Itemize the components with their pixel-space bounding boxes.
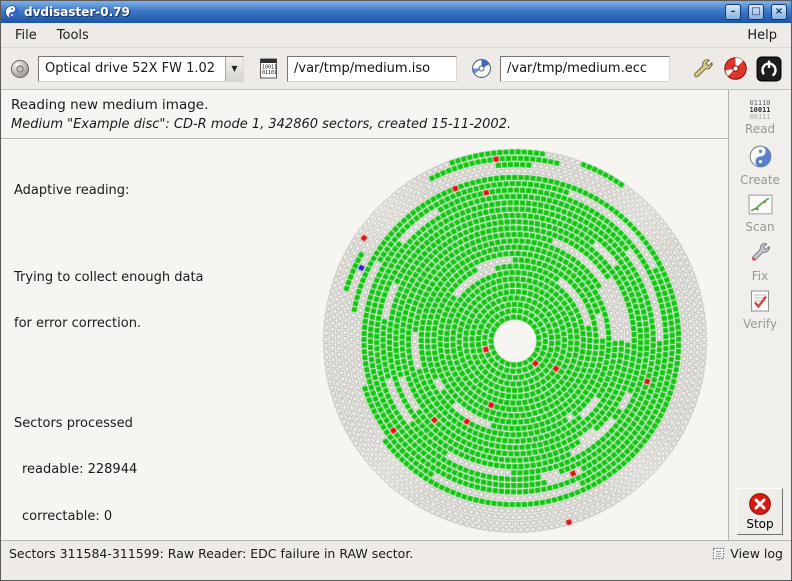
close-button[interactable]: × <box>771 4 787 20</box>
reading-view: Adaptive reading: Trying to collect enou… <box>1 140 728 540</box>
quit-power-icon[interactable] <box>756 56 782 82</box>
status-message: Sectors 311584-311599: Raw Reader: EDC f… <box>9 546 413 561</box>
read-button-label: Read <box>745 122 775 136</box>
fix-wrench-icon <box>749 241 772 268</box>
drive-icon <box>10 59 30 79</box>
drive-select[interactable]: Optical drive 52X FW 1.02 ▼ <box>38 56 244 82</box>
scan-button-label: Scan <box>745 220 774 234</box>
menu-tools[interactable]: Tools <box>47 25 99 46</box>
sectors-correctable: correctable: 0 <box>14 509 237 525</box>
toolbar: Optical drive 52X FW 1.02 ▼ 1001101101 <box>1 48 791 90</box>
adaptive-desc-2: for error correction. <box>14 316 237 332</box>
log-icon <box>712 547 725 560</box>
chevron-down-icon[interactable]: ▼ <box>225 57 243 81</box>
menubar: File Tools Help <box>1 23 791 48</box>
titlebar: dvdisaster-0.79 – □ × <box>1 1 791 23</box>
adaptive-title: Adaptive reading: <box>14 183 237 199</box>
scan-chart-icon <box>748 194 773 219</box>
body: Reading new medium image. Medium "Exampl… <box>1 90 791 540</box>
dvdisaster-disc-icon[interactable] <box>723 56 748 81</box>
fix-button-label: Fix <box>752 269 768 283</box>
maximize-button[interactable]: □ <box>748 4 764 20</box>
fix-button[interactable]: Fix <box>732 239 788 285</box>
drive-select-value: Optical drive 52X FW 1.02 <box>39 61 225 76</box>
read-binary-icon: 01110 10011 00111 <box>749 100 770 121</box>
app-window: dvdisaster-0.79 – □ × File Tools Help Op… <box>0 0 792 581</box>
view-log-label: View log <box>730 546 783 561</box>
verify-button-label: Verify <box>743 317 777 331</box>
page-header: Reading new medium image. Medium "Exampl… <box>1 90 728 135</box>
menu-file[interactable]: File <box>5 25 47 46</box>
create-button-label: Create <box>740 173 780 187</box>
create-button[interactable]: Create <box>732 143 788 189</box>
verify-check-icon <box>749 290 771 316</box>
app-icon <box>5 5 19 19</box>
create-yinyang-icon <box>749 145 772 172</box>
medium-description: Medium "Example disc": CD-R mode 1, 3428… <box>11 117 718 132</box>
stop-x-icon <box>748 492 772 516</box>
stop-button[interactable]: Stop <box>737 488 783 535</box>
read-button[interactable]: 01110 10011 00111 Read <box>732 95 788 141</box>
iso-image-icon: 1001101101 <box>258 58 279 79</box>
verify-button[interactable]: Verify <box>732 287 788 333</box>
preferences-wrench-icon[interactable] <box>691 57 715 81</box>
sectors-processed-title: Sectors processed <box>14 416 237 432</box>
statusbar: Sectors 311584-311599: Raw Reader: EDC f… <box>1 540 791 566</box>
window-title: dvdisaster-0.79 <box>24 5 718 19</box>
action-sidebar: 01110 10011 00111 Read Create Scan <box>728 90 791 540</box>
scan-button[interactable]: Scan <box>732 191 788 237</box>
sectors-readable: readable: 228944 <box>14 462 237 478</box>
view-log-button[interactable]: View log <box>712 546 783 561</box>
svg-text:01101: 01101 <box>262 70 277 76</box>
ecc-file-icon <box>471 58 492 79</box>
disc-spiral-canvas <box>315 142 715 540</box>
status-headline: Reading new medium image. <box>11 97 718 113</box>
stop-button-label: Stop <box>746 517 773 531</box>
minimize-button[interactable]: – <box>725 4 741 20</box>
adaptive-desc-1: Trying to collect enough data <box>14 270 237 286</box>
ecc-path-input[interactable] <box>500 56 670 82</box>
content-area: Reading new medium image. Medium "Exampl… <box>1 90 728 540</box>
iso-path-input[interactable] <box>287 56 457 82</box>
info-panel: Adaptive reading: Trying to collect enou… <box>14 152 237 540</box>
menu-help[interactable]: Help <box>737 25 787 46</box>
window-bottom-frame <box>1 566 791 580</box>
